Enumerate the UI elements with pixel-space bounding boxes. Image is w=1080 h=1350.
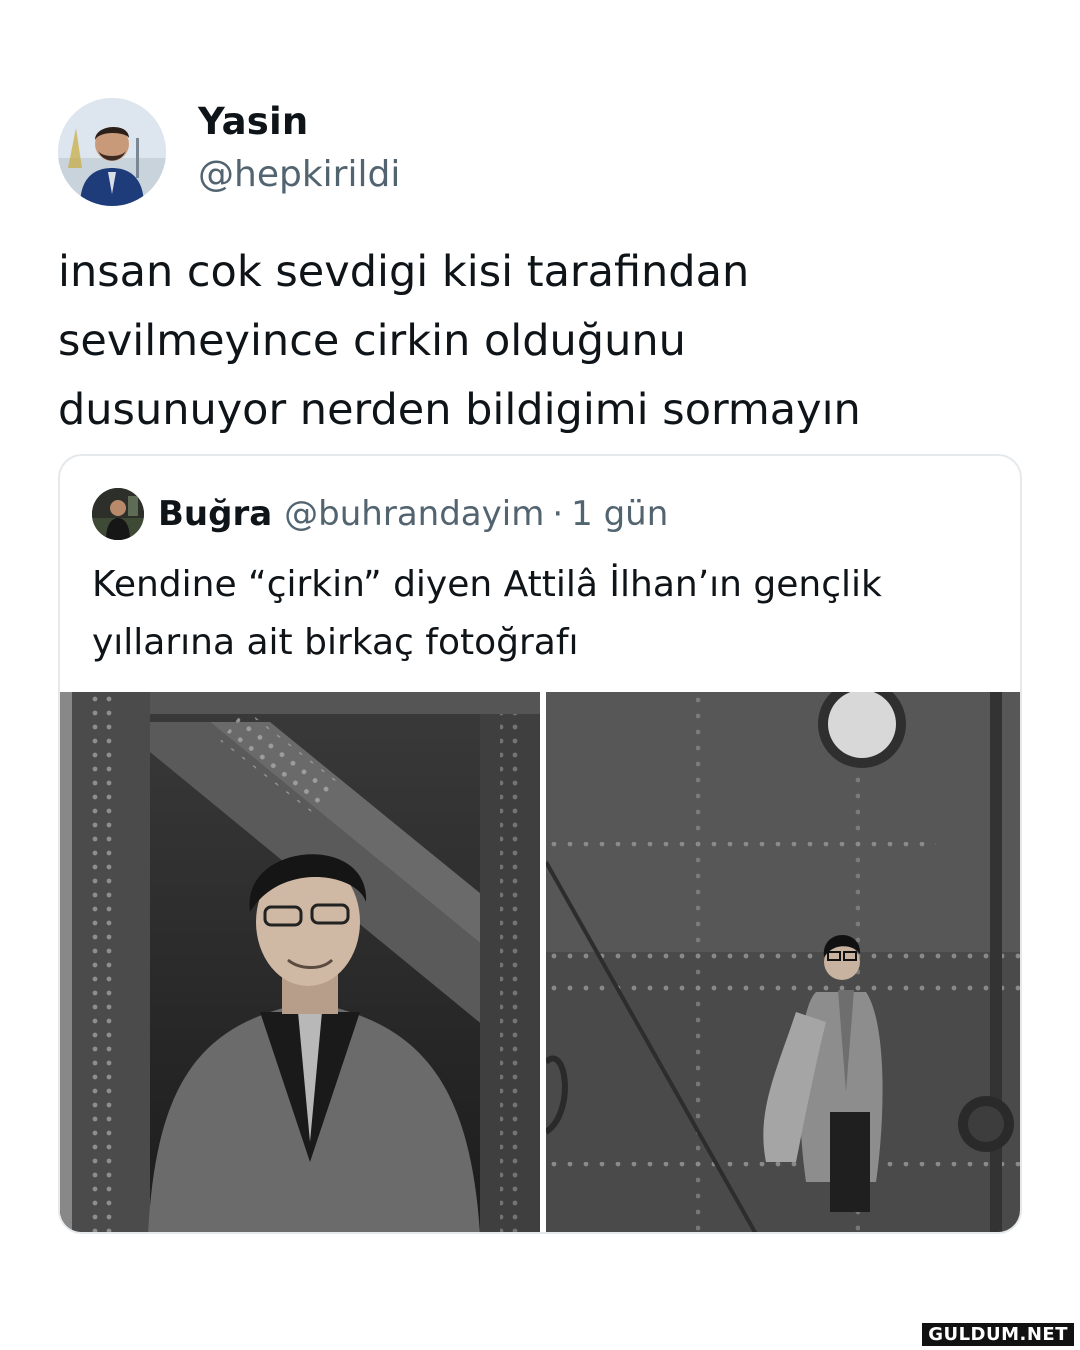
quoted-tweet-line: Kendine “çirkin” diyen Attilâ İlhan’ın g… [92,564,882,605]
watermark-logo: GULDUM.NET [922,1323,1074,1346]
separator-dot: · [552,494,564,534]
photo-portrait[interactable] [60,692,540,1232]
tweet-line: dusunuyor nerden bildigimi sormayın [58,385,861,435]
quoted-tweet-text: Kendine “çirkin” diyen Attilâ İlhan’ın g… [92,556,992,672]
bw-photo-portrait-bridge-icon [60,692,540,1232]
quoted-tweet-header: Buğra @buhrandayim · 1 gün [92,486,668,542]
profile-photo-icon [92,488,144,540]
author-avatar[interactable] [58,98,166,206]
author-handle[interactable]: @hepkirildi [198,154,400,195]
bw-photo-ship-hull-icon [546,692,1020,1232]
quoted-tweet-time[interactable]: 1 gün [571,494,668,534]
tweet-text: insan cok sevdigi kisi tarafindan sevilm… [58,238,1038,445]
profile-photo-icon [58,98,166,206]
tweet-line: insan cok sevdigi kisi tarafindan [58,247,750,297]
quoted-tweet-line: yıllarına ait birkaç fotoğrafı [92,622,579,663]
photo-grid [60,692,1020,1232]
photo-ship[interactable] [546,692,1020,1232]
quoted-tweet-card[interactable]: Buğra @buhrandayim · 1 gün Kendine “çirk… [58,454,1022,1234]
quoted-author-handle[interactable]: @buhrandayim [284,494,544,534]
quoted-author-avatar[interactable] [92,488,144,540]
author-display-name[interactable]: Yasin [198,100,308,143]
tweet-line: sevilmeyince cirkin olduğunu [58,316,686,366]
quoted-author-name[interactable]: Buğra [158,494,272,534]
